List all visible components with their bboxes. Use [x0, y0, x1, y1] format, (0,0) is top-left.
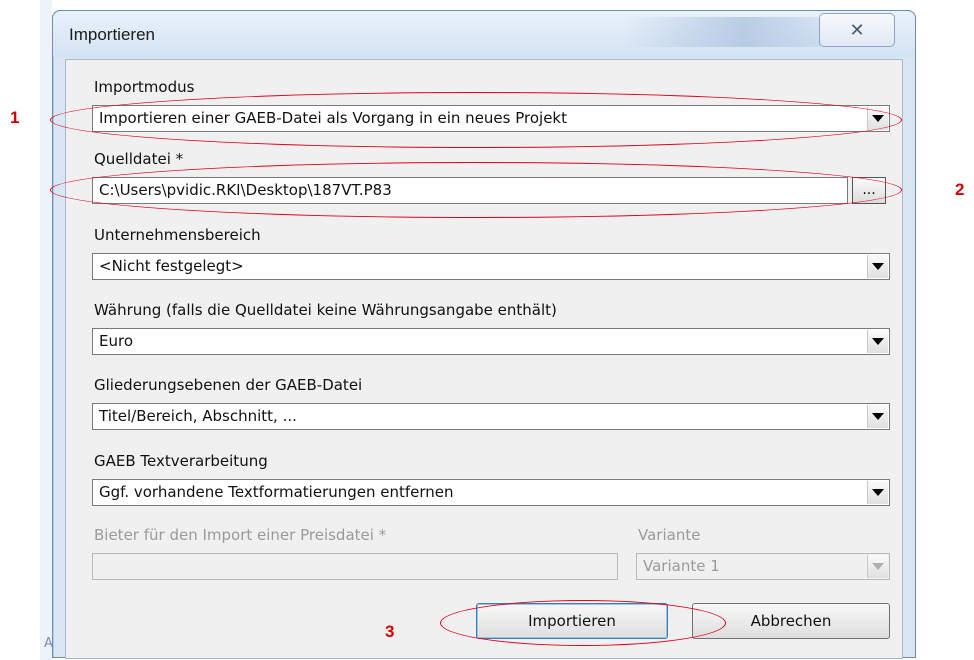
background-window-edge [40, 0, 52, 660]
import-dialog: Importieren ✕ Importmodus Importieren ei… [52, 10, 916, 659]
browse-button[interactable]: ... [852, 177, 886, 204]
variant-value: Variante 1 [643, 557, 720, 575]
source-file-input[interactable]: C:\Users\pvidic.RKI\Desktop\187VT.P83 [92, 177, 848, 204]
chevron-down-icon [872, 413, 884, 420]
structure-levels-dropdown-button[interactable] [867, 405, 888, 428]
import-mode-value: Importieren einer GAEB-Datei als Vorgang… [99, 109, 567, 127]
variant-select: Variante 1 [636, 553, 890, 580]
variant-label: Variante [638, 526, 701, 544]
titlebar-decoration [623, 17, 823, 47]
business-area-label: Unternehmensbereich [94, 226, 261, 244]
text-processing-value: Ggf. vorhandene Textformatierungen entfe… [99, 483, 454, 501]
text-processing-label: GAEB Textverarbeitung [94, 452, 268, 470]
currency-dropdown-button[interactable] [867, 330, 888, 353]
close-button[interactable]: ✕ [819, 13, 895, 47]
structure-levels-value: Titel/Bereich, Abschnitt, ... [99, 407, 297, 425]
variant-dropdown-button [867, 555, 888, 578]
annotation-marker-1: 1 [10, 108, 20, 127]
source-file-value: C:\Users\pvidic.RKI\Desktop\187VT.P83 [99, 181, 392, 199]
business-area-select[interactable]: <Nicht festgelegt> [92, 253, 890, 280]
currency-select[interactable]: Euro [92, 328, 890, 355]
source-file-label: Quelldatei * [94, 150, 184, 168]
chevron-down-icon [872, 263, 884, 270]
chevron-down-icon [872, 489, 884, 496]
business-area-value: <Nicht festgelegt> [99, 257, 244, 275]
text-processing-dropdown-button[interactable] [867, 481, 888, 504]
import-button[interactable]: Importieren [476, 603, 668, 639]
close-icon: ✕ [849, 19, 865, 41]
chevron-down-icon [872, 338, 884, 345]
import-mode-select[interactable]: Importieren einer GAEB-Datei als Vorgang… [92, 105, 890, 132]
dialog-title: Importieren [69, 25, 155, 44]
import-mode-label: Importmodus [94, 78, 195, 96]
text-processing-select[interactable]: Ggf. vorhandene Textformatierungen entfe… [92, 479, 890, 506]
dialog-titlebar[interactable]: Importieren ✕ [53, 11, 915, 57]
import-mode-dropdown-button[interactable] [867, 107, 888, 130]
cancel-button[interactable]: Abbrechen [692, 603, 890, 639]
business-area-dropdown-button[interactable] [867, 255, 888, 278]
structure-levels-select[interactable]: Titel/Bereich, Abschnitt, ... [92, 403, 890, 430]
structure-levels-label: Gliederungsebenen der GAEB-Datei [94, 376, 363, 394]
annotation-marker-2: 2 [955, 180, 965, 199]
annotation-marker-3: 3 [385, 622, 395, 641]
dialog-client-area: Importmodus Importieren einer GAEB-Datei… [65, 59, 903, 659]
currency-label: Währung (falls die Quelldatei keine Währ… [94, 301, 557, 319]
bidder-label: Bieter für den Import einer Preisdatei * [94, 526, 387, 544]
chevron-down-icon [872, 115, 884, 122]
currency-value: Euro [99, 332, 133, 350]
bidder-input [92, 553, 618, 580]
chevron-down-icon [872, 563, 884, 570]
